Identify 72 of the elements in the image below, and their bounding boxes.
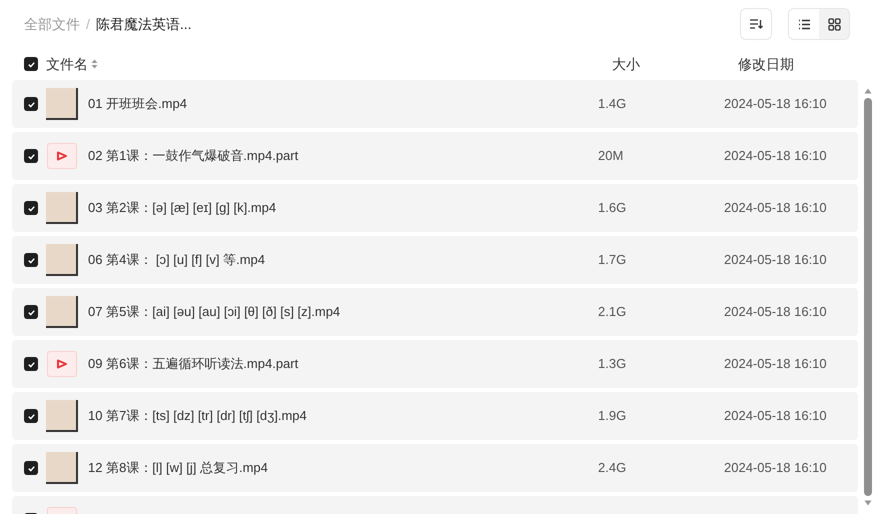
checkbox[interactable] — [24, 149, 38, 163]
file-size: 20M — [598, 147, 624, 166]
modified-date: 2024-05-18 16:10 — [724, 251, 827, 270]
file-row[interactable]: 12 第8课：[l] [w] [j] 总复习.mp4 2.4G 2024-05-18 16:10 — [12, 444, 858, 492]
file-row[interactable]: 03 第2课：[ə] [æ] [eɪ] [g] [k].mp4 1.6G 2024-05-18 16:10 — [12, 184, 858, 232]
breadcrumb-current[interactable]: 陈君魔法英语... — [96, 14, 192, 34]
checkmark-icon — [26, 308, 36, 316]
file-name: 03 第2课：[ə] [æ] [eɪ] [g] [k].mp4 — [88, 199, 278, 218]
checkmark-icon — [26, 60, 36, 68]
video-thumbnail — [46, 192, 78, 224]
file-size: 1.3G — [598, 355, 628, 374]
checkbox[interactable] — [24, 305, 38, 319]
file-name: 01 开班班会.mp4 — [88, 95, 188, 114]
video-thumbnail — [46, 88, 78, 120]
file-row[interactable]: 07 第5课：[ai] [əu] [au] [ɔi] [θ] [ð] [s] [z].mp4 2.1G 2024-05-18 16:10 — [12, 288, 858, 336]
checkmark-icon — [26, 464, 36, 472]
video-thumbnail — [46, 452, 78, 484]
scroll-up-arrow-icon[interactable] — [864, 88, 872, 94]
file-row[interactable]: 09 第6课：五遍循环听读法.mp4.part 1.3G 2024-05-18 16:10 — [12, 340, 858, 388]
checkbox[interactable] — [24, 253, 38, 267]
file-name: 06 第4课： [ɔ] [u] [f] [v] 等.mp4 — [88, 251, 266, 270]
modified-date: 2024-05-18 16:10 — [724, 407, 827, 426]
file-row[interactable]: 06 第4课： [ɔ] [u] [f] [v] 等.mp4 1.7G 2024-05-18 16:10 — [12, 236, 858, 284]
modified-date: 2024-05-18 16:10 — [724, 459, 827, 478]
file-size: 1.7G — [598, 251, 628, 270]
file-name: 10 第7课：[ts] [dz] [tr] [dr] [tʃ] [dʒ].mp4 — [88, 407, 308, 426]
checkmark-icon — [26, 152, 36, 160]
checkbox[interactable] — [24, 57, 38, 71]
sort-button[interactable] — [740, 8, 772, 40]
sort-icon — [749, 18, 763, 30]
list-icon — [798, 18, 810, 30]
checkbox[interactable] — [24, 409, 38, 423]
checkmark-icon — [26, 100, 36, 108]
checkbox[interactable] — [24, 357, 38, 371]
video-thumbnail — [46, 400, 78, 432]
grid-icon — [828, 18, 840, 30]
scrollbar-thumb[interactable] — [864, 98, 872, 496]
checkmark-icon — [26, 256, 36, 264]
file-name: 02 第1课：一鼓作气爆破音.mp4.part — [88, 147, 300, 166]
checkmark-icon — [26, 204, 36, 212]
modified-date: 2024-05-18 16:10 — [724, 303, 827, 322]
video-thumbnail — [46, 244, 78, 276]
video-thumbnail — [46, 296, 78, 328]
file-size: 2.1G — [598, 303, 628, 322]
modified-date: 2024-05-18 16:10 — [724, 147, 827, 166]
checkmark-icon — [26, 360, 36, 368]
file-name: 07 第5课：[ai] [əu] [au] [ɔi] [θ] [ð] [s] [z].mp4 — [88, 303, 342, 322]
file-name: 12 第8课：[l] [w] [j] 总复习.mp4 — [88, 459, 269, 478]
checkbox[interactable] — [24, 461, 38, 475]
grid-view-button[interactable] — [819, 9, 849, 39]
checkmark-icon — [26, 412, 36, 420]
checkbox[interactable] — [24, 201, 38, 215]
video-file-icon — [47, 351, 77, 377]
file-row[interactable]: 01 开班班会.mp4 1.4G 2024-05-18 16:10 — [12, 80, 858, 128]
modified-date: 2024-05-18 16:10 — [724, 95, 827, 114]
file-size: 1.4G — [598, 95, 628, 114]
column-header[interactable]: 文件名 — [46, 54, 88, 74]
sort-arrows-icon — [91, 59, 98, 69]
modified-date: 2024-05-18 16:10 — [724, 199, 827, 218]
file-row[interactable]: 02 第1课：一鼓作气爆破音.mp4.part 20M 2024-05-18 16:10 — [12, 132, 858, 180]
file-name: 09 第6课：五遍循环听读法.mp4.part — [88, 355, 300, 374]
column-header[interactable]: 大小 — [612, 54, 738, 74]
file-size: 1.6G — [598, 199, 628, 218]
breadcrumb-separator: / — [86, 14, 90, 34]
scroll-down-arrow-icon[interactable] — [864, 500, 872, 506]
checkbox[interactable] — [24, 97, 38, 111]
file-size: 2.4G — [598, 459, 628, 478]
file-size: 1.9G — [598, 407, 628, 426]
video-file-icon — [47, 143, 77, 169]
file-row[interactable]: 10 第7课：[ts] [dz] [tr] [dr] [tʃ] [dʒ].mp4 1.9G 2024-05-18 16:10 — [12, 392, 858, 440]
column-header[interactable]: 修改日期 — [738, 54, 794, 74]
modified-date: 2024-05-18 16:10 — [724, 355, 827, 374]
